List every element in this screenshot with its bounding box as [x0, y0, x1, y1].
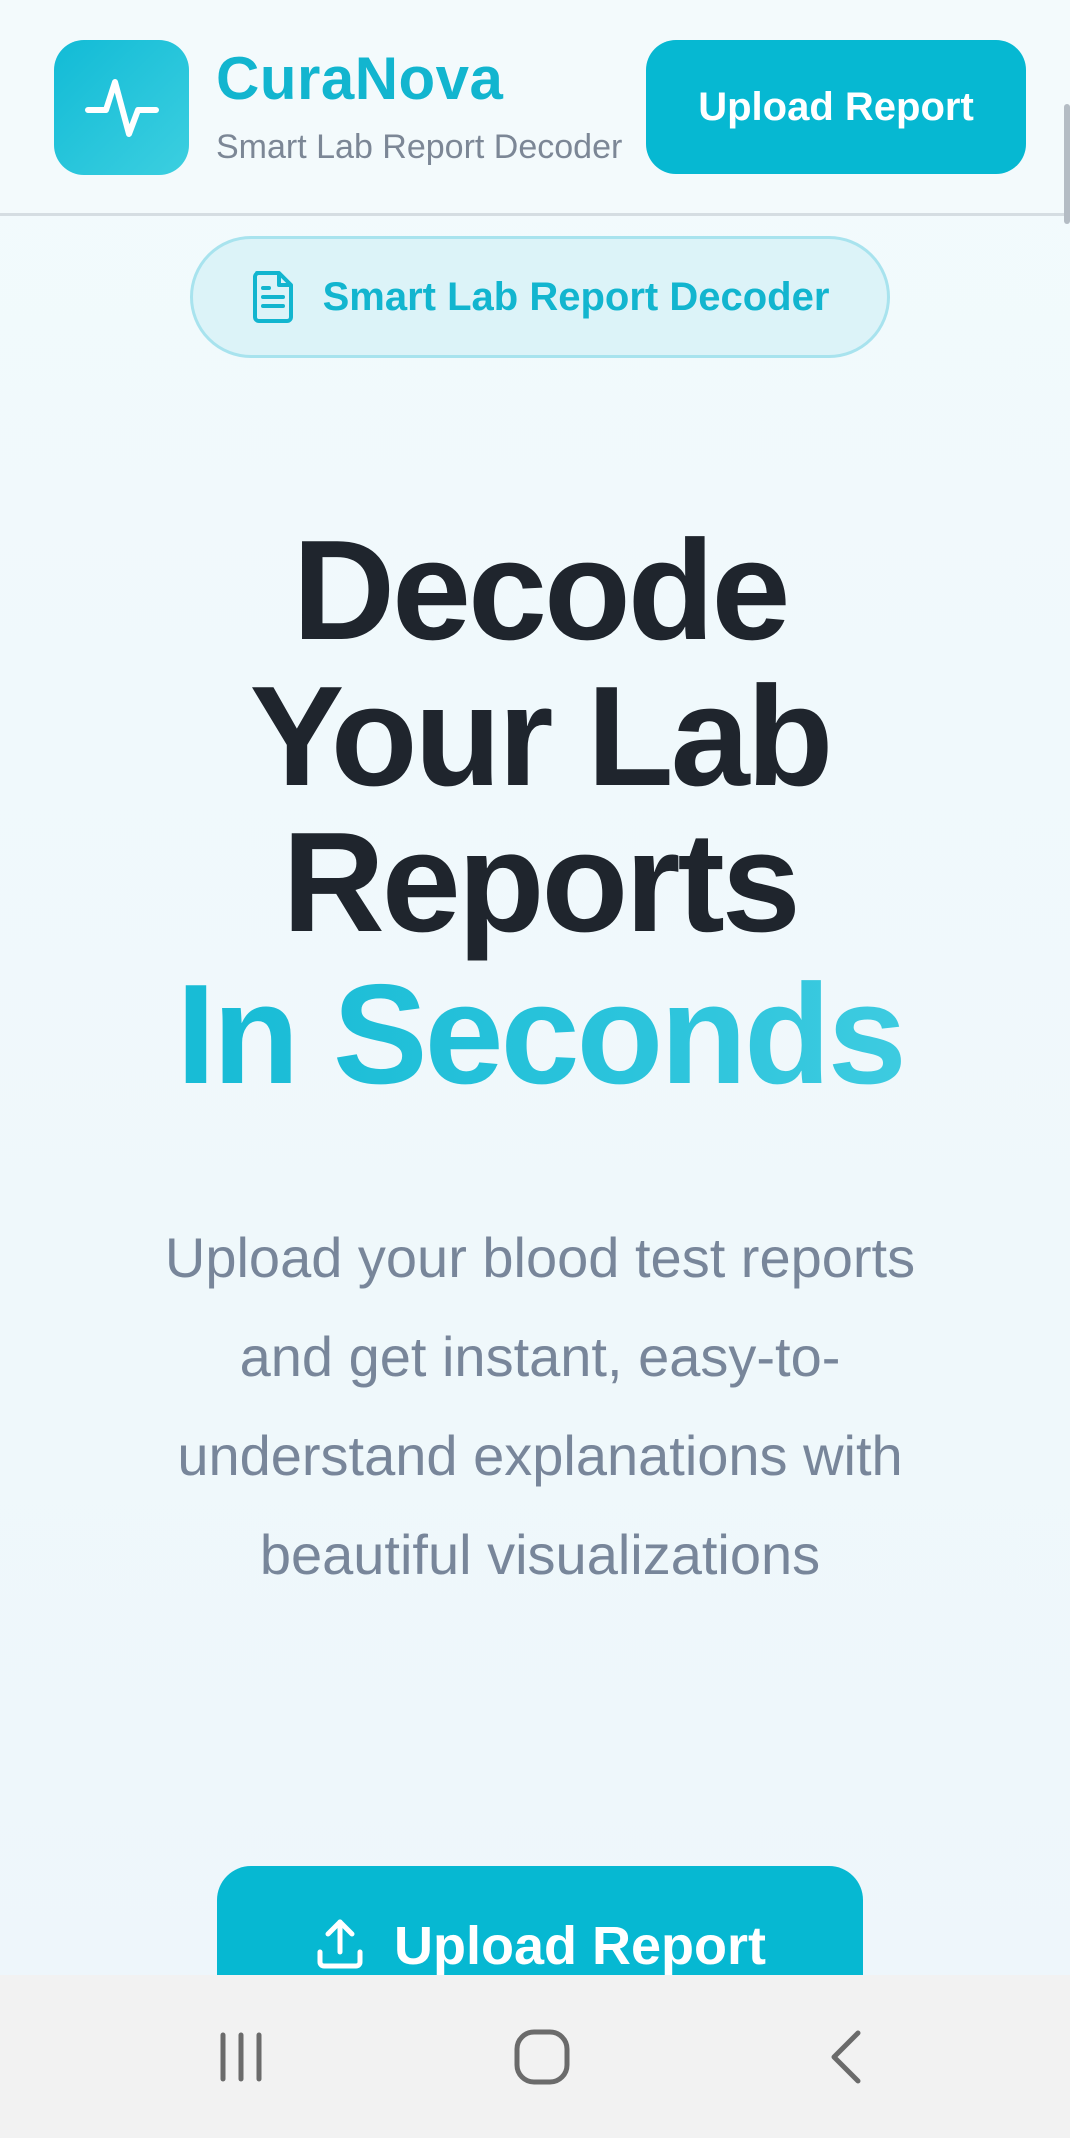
app-header: CuraNova Smart Lab Report Decoder Upload…: [0, 0, 1070, 224]
hero-accent-text: In Seconds: [0, 962, 1070, 1108]
document-icon: [252, 271, 293, 323]
page: CuraNova Smart Lab Report Decoder Upload…: [0, 0, 1070, 2138]
home-button[interactable]: [462, 1975, 622, 2138]
brand-name: CuraNova: [216, 45, 504, 112]
brand-tagline: Smart Lab Report Decoder: [216, 128, 623, 166]
home-icon: [514, 2029, 570, 2084]
activity-pulse-icon: [84, 78, 159, 137]
recent-apps-button[interactable]: [161, 1975, 321, 2138]
hero-title-line: Decode: [292, 511, 791, 670]
recent-apps-icon: [220, 2032, 262, 2081]
badge-label: Smart Lab Report Decoder: [322, 274, 830, 319]
back-button[interactable]: [766, 1975, 926, 2138]
hero-title-line: Reports: [282, 803, 801, 962]
back-icon: [831, 2030, 861, 2083]
feature-badge: Smart Lab Report Decoder: [190, 236, 890, 358]
upload-report-label: Upload Report: [394, 1916, 766, 1976]
app-logo[interactable]: [54, 40, 189, 175]
hero-title: Decode Your Lab Reports: [0, 518, 1070, 956]
hero-description: Upload your blood test reports and get i…: [164, 1226, 916, 1586]
system-navigation-bar: [0, 1975, 1070, 2138]
hero-title-line: Your Lab: [249, 657, 834, 816]
upload-icon: [317, 1919, 363, 1969]
scrollbar-thumb[interactable]: [1064, 104, 1070, 224]
header-upload-button[interactable]: Upload Report: [646, 40, 1026, 174]
